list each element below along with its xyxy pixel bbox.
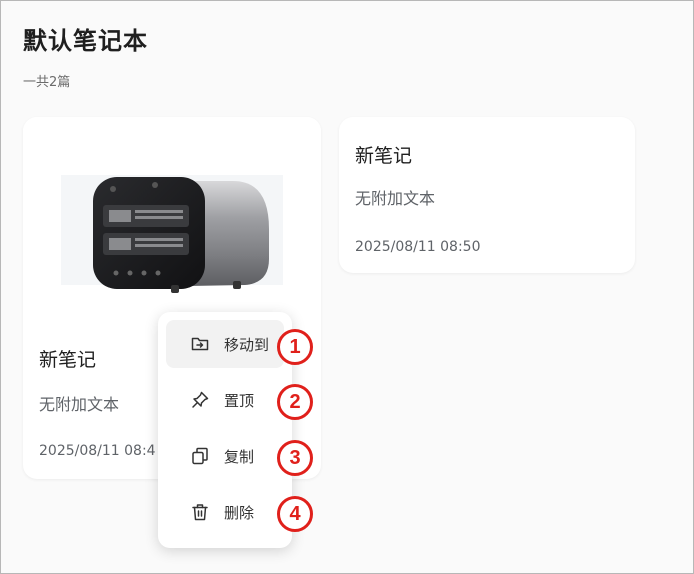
menu-item-pin[interactable]: 置顶 xyxy=(166,376,284,424)
annotation-badge-2: 2 xyxy=(277,384,313,420)
context-menu: 移动到 置顶 复制 删除 xyxy=(158,312,292,548)
menu-item-move-to[interactable]: 移动到 xyxy=(166,320,284,368)
notebook-title: 默认笔记本 xyxy=(23,27,148,55)
note-date: 2025/08/11 08:50 xyxy=(355,239,481,255)
note-card[interactable]: 新笔记 无附加文本 2025/08/11 08:50 xyxy=(339,117,635,273)
menu-item-delete[interactable]: 删除 xyxy=(166,488,284,536)
annotation-badge-4: 4 xyxy=(277,496,313,532)
note-subtitle: 无附加文本 xyxy=(355,189,436,208)
move-to-folder-icon xyxy=(190,334,210,354)
note-subtitle: 无附加文本 xyxy=(39,395,120,414)
note-title: 新笔记 xyxy=(39,349,97,371)
app-frame: 默认笔记本 一共2篇 新笔记 无附加文本 2025/08/11 08:4 新笔记… xyxy=(0,0,694,574)
annotation-badge-1: 1 xyxy=(277,329,313,365)
menu-item-label: 复制 xyxy=(224,448,255,466)
annotation-badge-3: 3 xyxy=(277,440,313,476)
note-title: 新笔记 xyxy=(355,145,413,167)
note-date: 2025/08/11 08:4 xyxy=(39,443,156,459)
note-thumbnail xyxy=(23,117,321,321)
note-count: 一共2篇 xyxy=(23,75,71,90)
drive-enclosure-image xyxy=(61,175,283,293)
menu-item-label: 置顶 xyxy=(224,392,255,410)
menu-item-label: 移动到 xyxy=(224,336,270,354)
copy-icon xyxy=(190,446,210,466)
pin-icon xyxy=(190,390,210,410)
menu-item-label: 删除 xyxy=(224,504,255,522)
trash-icon xyxy=(190,502,210,522)
menu-item-copy[interactable]: 复制 xyxy=(166,432,284,480)
